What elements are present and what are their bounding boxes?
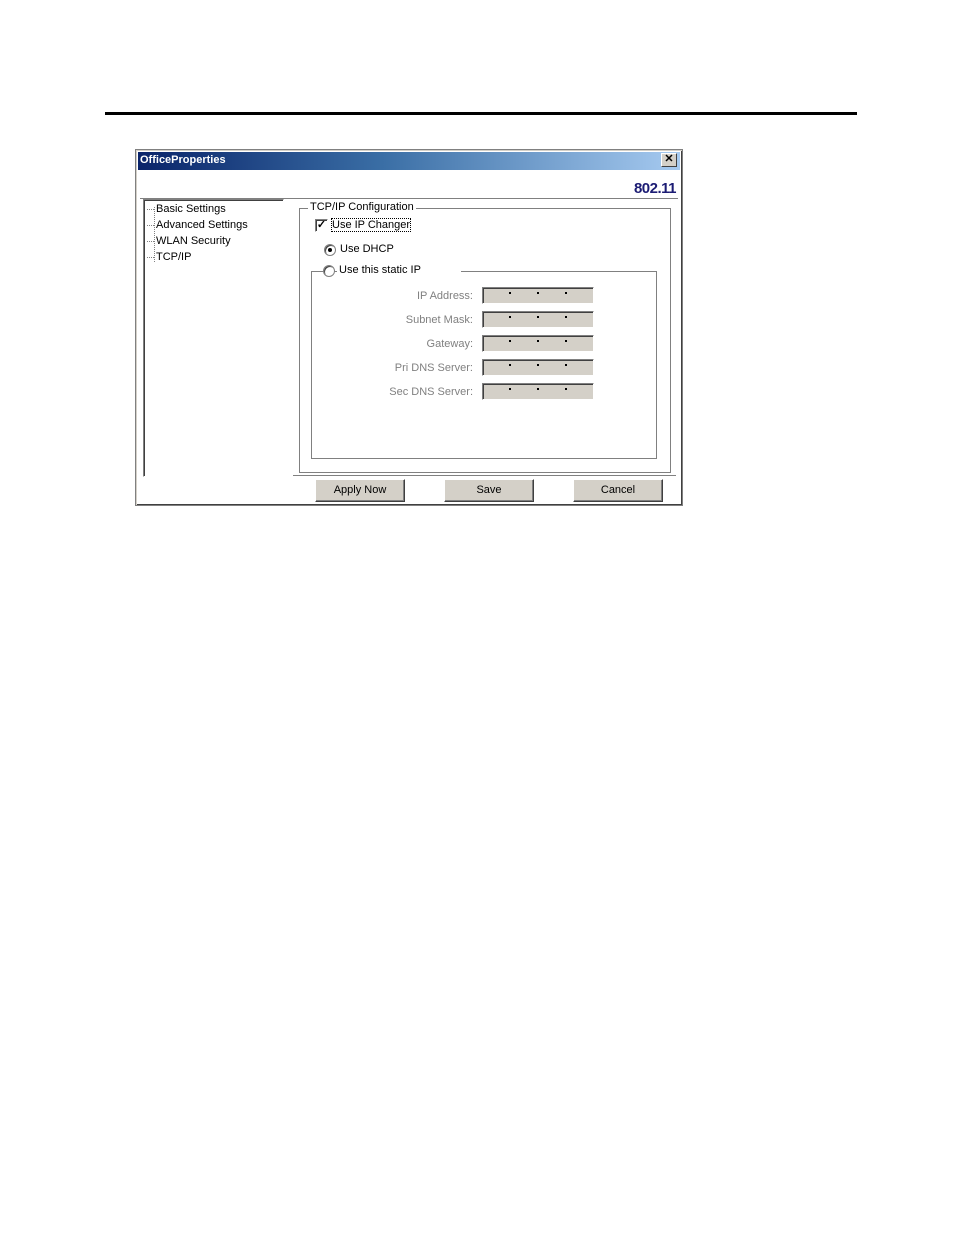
use-static-ip-label[interactable]: Use this static IP: [337, 264, 461, 276]
tree-item-wlan-security[interactable]: WLAN Security: [147, 233, 231, 249]
use-dhcp-radio[interactable]: [324, 244, 336, 256]
ip-address-label: IP Address:: [416, 290, 473, 302]
gateway-label: Gateway:: [426, 338, 473, 350]
apply-now-button[interactable]: Apply Now: [315, 479, 405, 502]
ip-address-field[interactable]: [482, 287, 594, 304]
pri-dns-server-label: Pri DNS Server:: [394, 362, 473, 374]
tree-item-advanced-settings[interactable]: Advanced Settings: [147, 217, 248, 233]
use-dhcp-label[interactable]: Use DHCP: [340, 243, 394, 255]
sec-dns-server-label: Sec DNS Server:: [389, 386, 473, 398]
brand-header: 802.11: [140, 172, 678, 199]
window-title: OfficeProperties: [140, 154, 226, 166]
use-ip-changer-checkbox[interactable]: ✓: [315, 219, 328, 232]
page-top-rule: [105, 112, 857, 115]
gateway-field[interactable]: [482, 335, 594, 352]
tree-item-tcpip[interactable]: TCP/IP: [146, 249, 191, 265]
close-icon[interactable]: ✕: [661, 153, 677, 167]
static-ip-group: Use this static IP IP Address: Subnet Ma…: [311, 264, 657, 459]
settings-tree: Basic Settings Advanced Settings WLAN Se…: [143, 199, 284, 477]
office-properties-dialog: OfficeProperties ✕ 802.11 Basic Settings…: [135, 149, 683, 506]
subnet-mask-label: Subnet Mask:: [405, 314, 473, 326]
button-separator: [293, 475, 676, 477]
checkmark-icon: ✓: [316, 219, 327, 231]
tcpip-configuration-group: TCP/IP Configuration ✓ Use IP Changer Us…: [299, 201, 671, 473]
sec-dns-server-field[interactable]: [482, 383, 594, 400]
cancel-button[interactable]: Cancel: [573, 479, 663, 502]
tree-item-basic-settings[interactable]: Basic Settings: [147, 201, 226, 217]
brand-logo: 802.11: [633, 180, 677, 197]
title-bar[interactable]: OfficeProperties ✕: [138, 152, 680, 170]
use-ip-changer-label[interactable]: Use IP Changer: [330, 218, 412, 232]
tree-connector: [154, 207, 155, 262]
save-button[interactable]: Save: [444, 479, 534, 502]
pri-dns-server-field[interactable]: [482, 359, 594, 376]
subnet-mask-field[interactable]: [482, 311, 594, 328]
tcpip-group-title: TCP/IP Configuration: [308, 201, 416, 213]
use-static-ip-radio[interactable]: [323, 265, 335, 277]
